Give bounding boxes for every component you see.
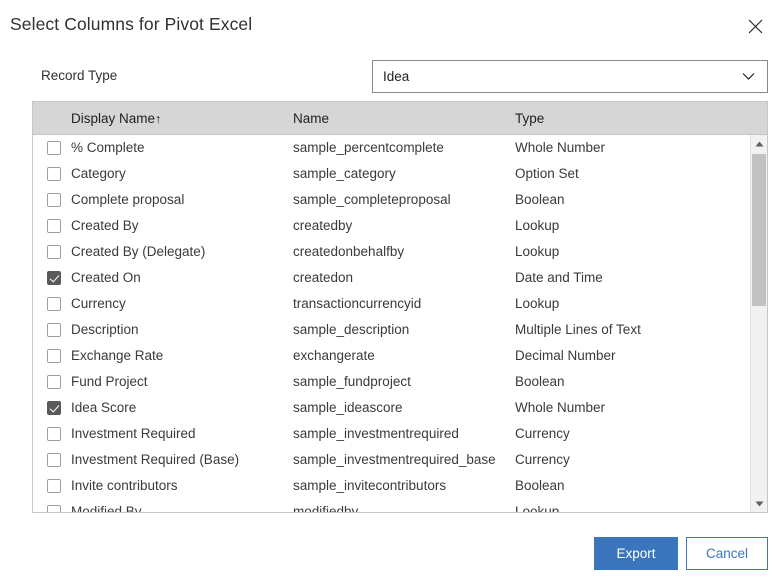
cell-type: Boolean — [515, 374, 565, 389]
close-button[interactable] — [741, 12, 769, 40]
sort-ascending-icon: ↑ — [155, 112, 162, 126]
table-row[interactable]: Investment Required (Base) sample_investm… — [33, 447, 767, 473]
cell-type: Date and Time — [515, 270, 603, 285]
record-type-label: Record Type — [41, 68, 118, 83]
cell-display-name: Investment Required — [71, 426, 196, 441]
cell-type: Option Set — [515, 166, 579, 181]
cell-name: modifiedby — [293, 504, 359, 512]
scroll-down-arrow-icon[interactable] — [751, 495, 767, 512]
table-row[interactable]: Fund Project sample_fundproject Boolean — [33, 369, 767, 395]
row-checkbox[interactable] — [47, 271, 61, 285]
cell-display-name: Category — [71, 166, 126, 181]
row-checkbox[interactable] — [47, 349, 61, 363]
record-type-value: Idea — [383, 69, 410, 84]
table-row[interactable]: Idea Score sample_ideascore Whole Number — [33, 395, 767, 421]
cell-display-name: Exchange Rate — [71, 348, 164, 363]
table-row[interactable]: Category sample_category Option Set — [33, 161, 767, 187]
cell-name: sample_description — [293, 322, 410, 337]
column-header-name[interactable]: Name — [293, 102, 329, 135]
row-checkbox[interactable] — [47, 323, 61, 337]
cancel-button[interactable]: Cancel — [686, 537, 768, 570]
table-row[interactable]: Exchange Rate exchangerate Decimal Number — [33, 343, 767, 369]
table-row[interactable]: Invite contributors sample_invitecontribu… — [33, 473, 767, 499]
grid-body: % Complete sample_percentcomplete Whole Nu… — [33, 135, 767, 512]
column-header-display-name-label: Display Name — [71, 111, 156, 126]
cell-display-name: Investment Required (Base) — [71, 452, 240, 467]
cell-name: transactioncurrencyid — [293, 296, 422, 311]
cell-display-name: Idea Score — [71, 400, 137, 415]
column-header-type[interactable]: Type — [515, 102, 544, 135]
export-button[interactable]: Export — [594, 537, 678, 570]
row-checkbox[interactable] — [47, 453, 61, 467]
cell-name: sample_investmentrequired_base — [293, 452, 496, 467]
row-checkbox[interactable] — [47, 193, 61, 207]
cell-display-name: Complete proposal — [71, 192, 185, 207]
cell-type: Boolean — [515, 478, 565, 493]
row-checkbox[interactable] — [47, 245, 61, 259]
table-row[interactable]: % Complete sample_percentcomplete Whole Nu… — [33, 135, 767, 161]
cell-name: exchangerate — [293, 348, 375, 363]
cell-type: Whole Number — [515, 400, 606, 415]
column-header-display-name[interactable]: Display Name↑ — [71, 102, 161, 135]
table-row[interactable]: Created By createdby Lookup — [33, 213, 767, 239]
cell-type: Lookup — [515, 504, 560, 512]
cell-display-name: Invite contributors — [71, 478, 178, 493]
cell-display-name: Fund Project — [71, 374, 148, 389]
row-checkbox[interactable] — [47, 427, 61, 441]
cell-display-name: % Complete — [71, 140, 145, 155]
scroll-up-arrow-icon[interactable] — [751, 135, 767, 152]
close-icon — [748, 19, 763, 34]
columns-grid: Display Name↑ Name Type % Complete sample… — [32, 101, 768, 513]
cell-name: sample_fundproject — [293, 374, 411, 389]
record-type-dropdown[interactable]: Idea — [372, 60, 768, 93]
row-checkbox[interactable] — [47, 375, 61, 389]
cell-type: Boolean — [515, 192, 565, 207]
cell-display-name: Created By — [71, 218, 139, 233]
cell-display-name: Description — [71, 322, 139, 337]
chevron-down-icon — [742, 68, 755, 86]
page-title: Select Columns for Pivot Excel — [10, 14, 253, 34]
table-row[interactable]: Investment Required sample_investmentrequ… — [33, 421, 767, 447]
cell-type: Lookup — [515, 218, 560, 233]
table-row[interactable]: Modified By modifiedby Lookup — [33, 499, 767, 512]
table-row[interactable]: Created By (Delegate) createdonbehalfby Lo… — [33, 239, 767, 265]
cell-type: Multiple Lines of Text — [515, 322, 641, 337]
cell-type: Lookup — [515, 244, 560, 259]
cell-name: sample_invitecontributors — [293, 478, 447, 493]
cell-name: createdonbehalfby — [293, 244, 405, 259]
cell-display-name: Currency — [71, 296, 126, 311]
table-row[interactable]: Created On createdon Date and Time — [33, 265, 767, 291]
cell-type: Decimal Number — [515, 348, 616, 363]
cell-type: Currency — [515, 426, 570, 441]
row-checkbox[interactable] — [47, 141, 61, 155]
grid-scrollbar[interactable] — [750, 135, 767, 512]
row-checkbox[interactable] — [47, 401, 61, 415]
cell-name: createdby — [293, 218, 353, 233]
cell-name: sample_percentcomplete — [293, 140, 444, 155]
table-row[interactable]: Complete proposal sample_completeproposal… — [33, 187, 767, 213]
cell-name: sample_investmentrequired — [293, 426, 459, 441]
scrollbar-thumb[interactable] — [752, 154, 766, 306]
row-checkbox[interactable] — [47, 167, 61, 181]
row-checkbox[interactable] — [47, 297, 61, 311]
cell-name: createdon — [293, 270, 354, 285]
row-checkbox[interactable] — [47, 219, 61, 233]
cell-type: Currency — [515, 452, 570, 467]
cell-name: sample_category — [293, 166, 396, 181]
cell-display-name: Created By (Delegate) — [71, 244, 206, 259]
row-checkbox[interactable] — [47, 479, 61, 493]
cell-type: Lookup — [515, 296, 560, 311]
row-checkbox[interactable] — [47, 505, 61, 512]
table-row[interactable]: Currency transactioncurrencyid Lookup — [33, 291, 767, 317]
cell-name: sample_completeproposal — [293, 192, 451, 207]
grid-header-row: Display Name↑ Name Type — [33, 102, 767, 135]
cell-display-name: Created On — [71, 270, 141, 285]
cell-type: Whole Number — [515, 140, 606, 155]
cell-display-name: Modified By — [71, 504, 142, 512]
cell-name: sample_ideascore — [293, 400, 403, 415]
table-row[interactable]: Description sample_description Multiple Li… — [33, 317, 767, 343]
